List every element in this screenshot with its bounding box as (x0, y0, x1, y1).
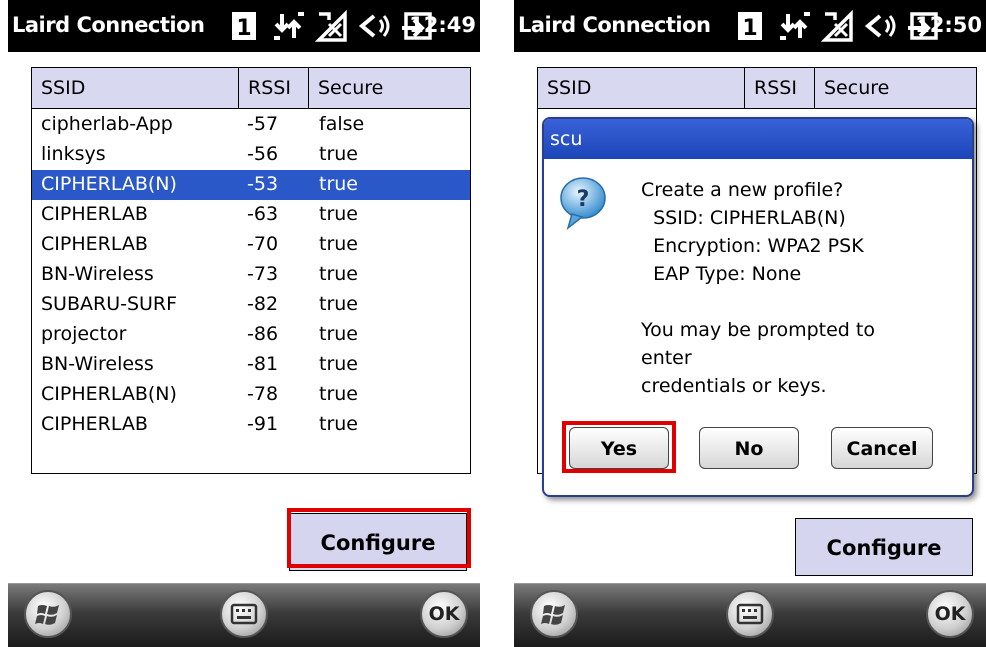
sim-1-icon: 1 (738, 12, 762, 41)
question-icon: ? (560, 177, 606, 231)
ssid-cell: CIPHERLAB(N) (41, 173, 177, 195)
rssi-cell: -70 (247, 233, 279, 255)
ssid-cell: BN-Wireless (41, 263, 154, 285)
rssi-cell: -73 (247, 263, 279, 285)
table-row[interactable]: CIPHERLAB(N) -78 true (32, 380, 470, 410)
svg-text:1: 1 (236, 16, 251, 41)
ok-label: OK (934, 603, 966, 625)
data-transfer-icon (274, 12, 304, 40)
secure-cell: true (319, 323, 358, 345)
right-screen: Laird Connection 1 12:50 SSID RSSI Secur… (514, 0, 986, 647)
table-row[interactable]: projector -86 true (32, 320, 470, 350)
table-row-selected[interactable]: CIPHERLAB(N) -53 true (32, 170, 470, 200)
data-transfer-icon (780, 12, 810, 40)
dialog-title: scu (544, 119, 972, 159)
bottom-bar: OK (514, 583, 986, 647)
keyboard-button[interactable] (726, 590, 774, 638)
rssi-cell: -53 (247, 173, 279, 195)
secure-cell: true (319, 353, 358, 375)
rssi-cell: -86 (247, 323, 279, 345)
no-signal-icon (821, 10, 853, 42)
ok-button[interactable]: OK (420, 590, 468, 638)
status-bar: Laird Connection 1 12:50 (514, 0, 986, 52)
column-header-secure[interactable]: Secure (815, 68, 976, 108)
sim-1-icon: 1 (232, 12, 256, 41)
secure-cell: true (319, 203, 358, 225)
secure-cell: true (319, 263, 358, 285)
start-button[interactable] (24, 590, 72, 638)
network-list[interactable]: SSID RSSI Secure cipherlab-App -57 false l… (31, 67, 471, 474)
ssid-cell: linksys (41, 143, 106, 165)
rssi-cell: -56 (247, 143, 279, 165)
volume-icon (358, 14, 390, 38)
secure-cell: true (319, 173, 358, 195)
ssid-cell: projector (41, 323, 127, 345)
bottom-bar: OK (8, 583, 480, 647)
windows-flag-icon (541, 605, 565, 625)
configure-button[interactable]: Configure (795, 518, 973, 576)
no-signal-icon (315, 10, 347, 42)
ssid-cell: CIPHERLAB (41, 413, 148, 435)
ssid-cell: SUBARU-SURF (41, 293, 178, 315)
keyboard-button[interactable] (220, 590, 268, 638)
svg-text:1: 1 (742, 16, 757, 41)
start-button[interactable] (530, 590, 578, 638)
table-row[interactable]: CIPHERLAB -70 true (32, 230, 470, 260)
column-header-rssi[interactable]: RSSI (239, 68, 309, 108)
table-row[interactable]: CIPHERLAB -63 true (32, 200, 470, 230)
app-title: Laird Connection (518, 13, 711, 37)
column-header-secure[interactable]: Secure (309, 68, 470, 108)
clock: 12:49 (409, 13, 476, 37)
svg-text:?: ? (577, 187, 590, 212)
table-row[interactable]: BN-Wireless -73 true (32, 260, 470, 290)
rssi-cell: -82 (247, 293, 279, 315)
table-header: SSID RSSI Secure (32, 68, 470, 109)
highlight-box (562, 421, 676, 473)
table-row[interactable]: CIPHERLAB -91 true (32, 410, 470, 440)
left-screen: Laird Connection 1 12:49 SSID RSSI Secur… (8, 0, 480, 647)
rssi-cell: -57 (247, 113, 279, 135)
column-header-ssid[interactable]: SSID (538, 68, 745, 108)
highlight-box (287, 508, 471, 568)
clock: 12:50 (915, 13, 982, 37)
column-header-rssi[interactable]: RSSI (745, 68, 815, 108)
table-header: SSID RSSI Secure (538, 68, 976, 109)
ok-button[interactable]: OK (926, 590, 974, 638)
ssid-cell: BN-Wireless (41, 353, 154, 375)
keyboard-icon (736, 603, 764, 625)
column-header-ssid[interactable]: SSID (32, 68, 239, 108)
ssid-cell: CIPHERLAB(N) (41, 383, 177, 405)
ssid-cell: CIPHERLAB (41, 233, 148, 255)
secure-cell: true (319, 143, 358, 165)
ok-label: OK (428, 603, 460, 625)
status-bar: Laird Connection 1 12:49 (8, 0, 480, 52)
secure-cell: true (319, 233, 358, 255)
rssi-cell: -78 (247, 383, 279, 405)
secure-cell: true (319, 293, 358, 315)
secure-cell: true (319, 413, 358, 435)
keyboard-icon (230, 603, 258, 625)
dialog-message: Create a new profile? SSID: CIPHERLAB(N)… (641, 179, 875, 397)
secure-cell: true (319, 383, 358, 405)
ssid-cell: cipherlab-App (41, 113, 173, 135)
table-row[interactable]: cipherlab-App -57 false (32, 110, 470, 140)
rssi-cell: -81 (247, 353, 279, 375)
windows-flag-icon (35, 605, 59, 625)
ssid-cell: CIPHERLAB (41, 203, 148, 225)
volume-icon (864, 14, 896, 38)
table-row[interactable]: linksys -56 true (32, 140, 470, 170)
no-button[interactable]: No (699, 427, 799, 469)
secure-cell: false (319, 113, 365, 135)
app-title: Laird Connection (12, 13, 205, 37)
rssi-cell: -91 (247, 413, 279, 435)
table-row[interactable]: BN-Wireless -81 true (32, 350, 470, 380)
table-row[interactable]: SUBARU-SURF -82 true (32, 290, 470, 320)
cancel-button[interactable]: Cancel (831, 427, 933, 469)
rssi-cell: -63 (247, 203, 279, 225)
